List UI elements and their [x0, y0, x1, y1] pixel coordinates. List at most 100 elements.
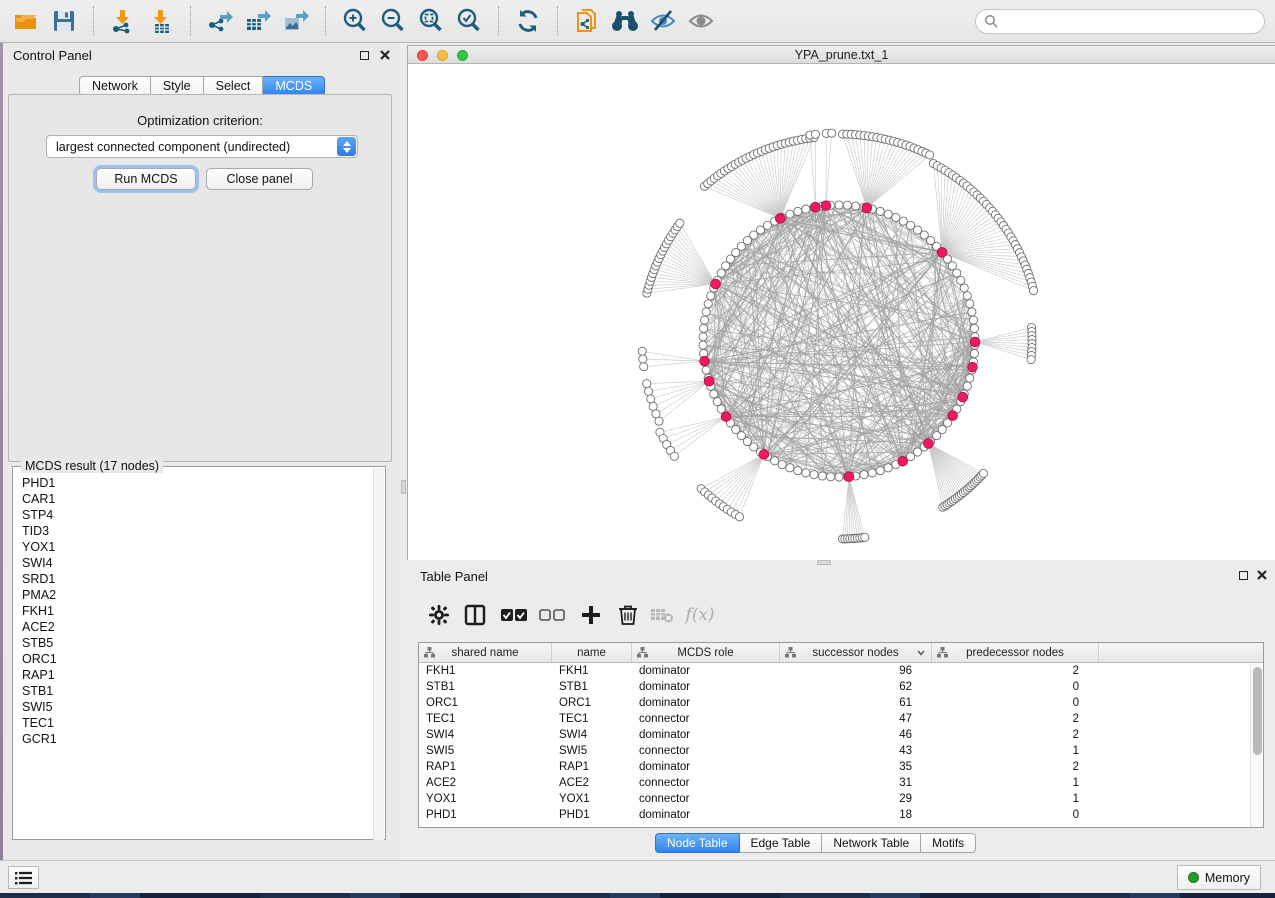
table-row[interactable]: FKH1 FKH1 dominator 96 2: [419, 663, 1263, 679]
float-window-icon[interactable]: [360, 51, 369, 60]
zoom-out-icon: [379, 7, 407, 35]
export-table-button[interactable]: [242, 5, 274, 37]
tab-network[interactable]: Network: [79, 76, 151, 96]
export-network-icon: [206, 7, 234, 35]
table-row[interactable]: YOX1 YOX1 connector 29 1: [419, 791, 1263, 807]
mcds-result-item[interactable]: TEC1: [14, 715, 374, 731]
mcds-result-item[interactable]: CAR1: [14, 491, 374, 507]
memory-button[interactable]: Memory: [1177, 865, 1261, 890]
zoom-fit-button[interactable]: [415, 5, 447, 37]
mcds-result-item[interactable]: PMA2: [14, 587, 374, 603]
trash-icon: [618, 604, 638, 626]
tab-mcds[interactable]: MCDS: [263, 76, 325, 96]
run-mcds-button[interactable]: Run MCDS: [96, 168, 196, 190]
select-stepper-icon: [337, 137, 356, 156]
mcds-result-item[interactable]: GCR1: [14, 731, 374, 747]
refresh-button[interactable]: [512, 5, 544, 37]
tab-select[interactable]: Select: [204, 76, 264, 96]
mcds-result-item[interactable]: PHD1: [14, 475, 374, 491]
table-row[interactable]: RAP1 RAP1 dominator 35 2: [419, 759, 1263, 775]
close-panel-button[interactable]: Close panel: [206, 168, 313, 190]
refresh-icon: [515, 8, 541, 34]
zoom-in-icon: [341, 7, 369, 35]
column-header-predecessor-nodes[interactable]: predecessor nodes: [932, 643, 1099, 662]
table-row[interactable]: ACE2 ACE2 connector 31 1: [419, 775, 1263, 791]
network-window-titlebar[interactable]: YPA_prune.txt_1: [408, 46, 1275, 64]
deselect-all-rows-button[interactable]: [536, 599, 568, 631]
table-tab-bar: Node Table Edge Table Network Table Moti…: [655, 833, 976, 854]
column-header-mcds-role[interactable]: MCDS role: [632, 643, 780, 662]
optimization-criterion-select[interactable]: largest connected component (undirected): [46, 135, 358, 158]
zoom-fit-icon: [417, 7, 445, 35]
mcds-result-item[interactable]: SRD1: [14, 571, 374, 587]
save-button[interactable]: [48, 5, 80, 37]
hide-selected-button[interactable]: [647, 5, 679, 37]
table-panel: Table Panel f(x) sh: [407, 565, 1275, 858]
mcds-result-item[interactable]: ORC1: [14, 651, 374, 667]
network-canvas[interactable]: [408, 64, 1275, 561]
plus-icon: [581, 605, 601, 625]
open-file-button[interactable]: [10, 5, 42, 37]
mcds-result-item[interactable]: FKH1: [14, 603, 374, 619]
column-header-shared-name[interactable]: shared name: [419, 643, 552, 662]
mcds-result-item[interactable]: SWI4: [14, 555, 374, 571]
column-header-successor-nodes[interactable]: successor nodes: [780, 643, 932, 662]
close-icon[interactable]: [379, 49, 391, 61]
status-bar: Memory: [0, 860, 1275, 893]
tab-motifs[interactable]: Motifs: [921, 833, 976, 853]
eye-icon: [687, 7, 715, 35]
float-window-icon[interactable]: [1239, 571, 1248, 580]
open-folder-icon: [13, 8, 39, 34]
mcds-result-item[interactable]: SWI5: [14, 699, 374, 715]
select-all-rows-button[interactable]: [498, 599, 530, 631]
mcds-result-item[interactable]: RAP1: [14, 667, 374, 683]
import-network-button[interactable]: [107, 5, 139, 37]
function-builder-button[interactable]: f(x): [684, 599, 716, 631]
mcds-result-item[interactable]: STP4: [14, 507, 374, 523]
tab-node-table[interactable]: Node Table: [655, 833, 740, 853]
zoom-selected-button[interactable]: [453, 5, 485, 37]
search-binoculars-button[interactable]: [609, 5, 641, 37]
table-row[interactable]: ORC1 ORC1 dominator 61 0: [419, 695, 1263, 711]
zoom-out-button[interactable]: [377, 5, 409, 37]
mcds-result-item[interactable]: YOX1: [14, 539, 374, 555]
export-image-button[interactable]: [280, 5, 312, 37]
mcds-result-item[interactable]: STB5: [14, 635, 374, 651]
show-columns-button[interactable]: [459, 599, 491, 631]
zoom-in-button[interactable]: [339, 5, 371, 37]
delete-column-button[interactable]: [612, 599, 644, 631]
delete-table-button[interactable]: [646, 599, 678, 631]
export-network-button[interactable]: [204, 5, 236, 37]
table-settings-button[interactable]: [423, 599, 455, 631]
mcds-result-item[interactable]: ACE2: [14, 619, 374, 635]
tab-edge-table[interactable]: Edge Table: [740, 833, 823, 853]
table-row[interactable]: TEC1 TEC1 connector 47 2: [419, 711, 1263, 727]
mcds-result-item[interactable]: TID3: [14, 523, 374, 539]
table-scrollbar[interactable]: [1250, 664, 1263, 828]
table-scrollbar-thumb[interactable]: [1253, 667, 1262, 755]
table-row[interactable]: STB1 STB1 dominator 62 0: [419, 679, 1263, 695]
mcds-result-item[interactable]: STB1: [14, 683, 374, 699]
control-panel-title: Control Panel: [13, 48, 92, 63]
show-all-button[interactable]: [685, 5, 717, 37]
attribute-type-icon: [785, 647, 796, 658]
tab-style[interactable]: Style: [151, 76, 204, 96]
import-table-button[interactable]: [145, 5, 177, 37]
tab-network-table[interactable]: Network Table: [822, 833, 921, 853]
table-row[interactable]: SWI5 SWI5 connector 43 1: [419, 743, 1263, 759]
add-column-button[interactable]: [575, 599, 607, 631]
mcds-list-scrollbar[interactable]: [373, 468, 384, 840]
table-row[interactable]: SWI4 SWI4 dominator 46 2: [419, 727, 1263, 743]
column-header-name[interactable]: name: [552, 643, 632, 662]
unchecked-checkboxes-icon: [539, 608, 565, 622]
close-icon[interactable]: [1256, 569, 1268, 581]
table-row[interactable]: PHD1 PHD1 dominator 18 0: [419, 807, 1263, 823]
columns-icon: [464, 604, 486, 626]
search-input[interactable]: [1003, 14, 1256, 28]
splitter-handle[interactable]: [401, 480, 406, 494]
task-log-button[interactable]: [8, 866, 39, 889]
new-network-from-selection-button[interactable]: [571, 5, 603, 37]
network-document-icon: [574, 8, 600, 34]
vertical-splitter[interactable]: [400, 43, 407, 860]
delete-table-icon: [650, 606, 674, 624]
